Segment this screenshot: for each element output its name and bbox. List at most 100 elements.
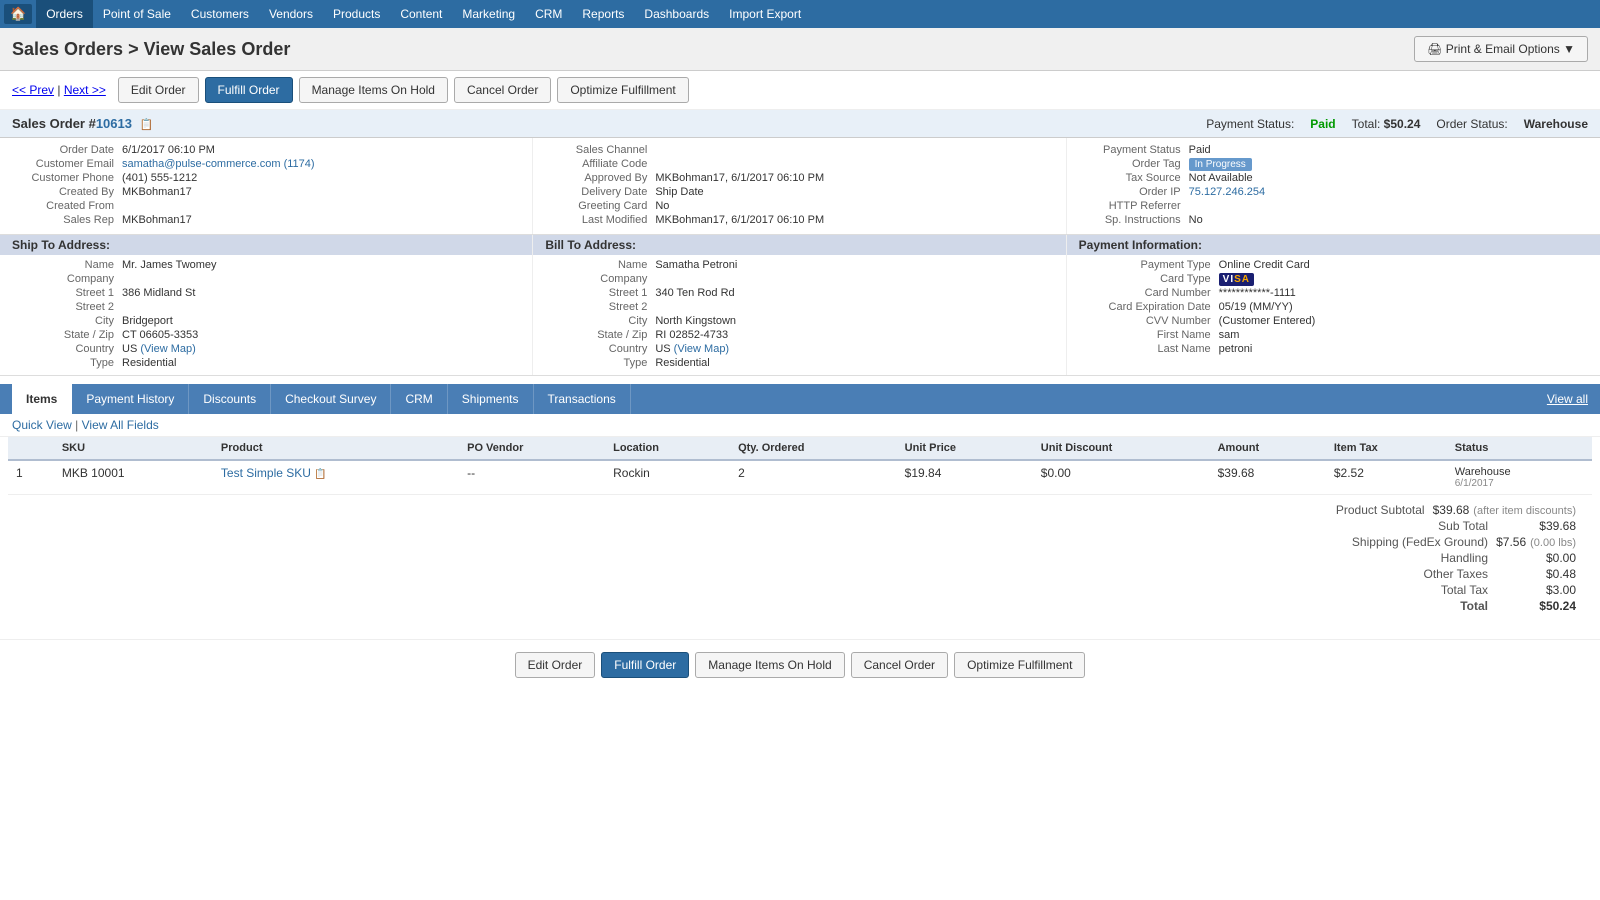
row-amount: $39.68 [1210,460,1326,495]
col-unit-discount: Unit Discount [1033,437,1210,460]
items-table-container: SKU Product PO Vendor Location Qty. Orde… [0,437,1600,495]
col-num [8,437,54,460]
other-taxes-row: Other Taxes $0.48 [1308,567,1576,581]
nav-content[interactable]: Content [390,0,452,28]
payment-info-header: Payment Information: [1067,235,1600,255]
optimize-fulfillment-button[interactable]: Optimize Fulfillment [557,77,688,103]
bottom-fulfill-order-button[interactable]: Fulfill Order [601,652,689,678]
product-link[interactable]: Test Simple SKU [221,466,311,480]
visa-logo: VISA [1219,273,1254,286]
customer-email-link[interactable]: samatha@pulse-commerce.com [122,158,281,170]
table-row: 1 MKB 10001 Test Simple SKU 📋 -- Rockin … [8,460,1592,495]
cancel-order-button[interactable]: Cancel Order [454,77,551,103]
handling-row: Handling $0.00 [1308,551,1576,565]
items-table: SKU Product PO Vendor Location Qty. Orde… [8,437,1592,495]
bill-to-header: Bill To Address: [533,235,1065,255]
table-header-row: SKU Product PO Vendor Location Qty. Orde… [8,437,1592,460]
tab-items[interactable]: Items [12,384,72,414]
order-number: Sales Order #10613 📋 [12,116,153,131]
order-details-section: Order Date6/1/2017 06:10 PM Customer Ema… [0,138,1600,235]
manage-items-on-hold-button[interactable]: Manage Items On Hold [299,77,448,103]
customer-email-count-link[interactable]: (1174) [284,158,315,170]
page-title: Sales Orders > View Sales Order [12,39,290,60]
order-header: Sales Order #10613 📋 Payment Status: Pai… [0,110,1600,138]
nav-products[interactable]: Products [323,0,390,28]
nav-point-of-sale[interactable]: Point of Sale [93,0,181,28]
action-buttons: Edit Order Fulfill Order Manage Items On… [118,77,689,103]
order-number-link[interactable]: 10613 [96,116,132,131]
fulfill-order-button[interactable]: Fulfill Order [205,77,293,103]
quick-view-bar: Quick View | View All Fields [0,414,1600,437]
col-product: Product [213,437,459,460]
print-email-button[interactable]: 🖨 Print & Email Options ▼ [1414,36,1588,62]
header-bar: Sales Orders > View Sales Order 🖨 Print … [0,28,1600,71]
ship-to-map-link[interactable]: (View Map) [140,343,195,355]
tab-transactions[interactable]: Transactions [534,384,631,414]
payment-info-section: Payment Information: Payment TypeOnline … [1067,235,1600,375]
bottom-edit-order-button[interactable]: Edit Order [515,652,596,678]
address-payment-section: Ship To Address: NameMr. James Twomey Co… [0,235,1600,376]
row-num: 1 [8,460,54,495]
nav-crm[interactable]: CRM [525,0,572,28]
next-link[interactable]: Next >> [64,83,106,97]
tab-shipments[interactable]: Shipments [448,384,534,414]
top-navigation: 🏠 Orders Point of Sale Customers Vendors… [0,0,1600,28]
row-qty: 2 [730,460,897,495]
row-po-vendor: -- [459,460,605,495]
nav-customers[interactable]: Customers [181,0,259,28]
tabs-row: Items Payment History Discounts Checkout… [0,384,1600,414]
subtotal-row: Sub Total $39.68 [1308,519,1576,533]
row-item-tax: $2.52 [1326,460,1447,495]
nav-orders[interactable]: Orders [36,0,93,28]
row-status: Warehouse 6/1/2017 [1447,460,1592,495]
row-location: Rockin [605,460,730,495]
ship-to-section: Ship To Address: NameMr. James Twomey Co… [0,235,533,375]
home-icon[interactable]: 🏠 [4,4,32,24]
breadcrumb-nav: << Prev | Next >> [12,83,106,97]
tab-discounts[interactable]: Discounts [189,384,271,414]
nav-import-export[interactable]: Import Export [719,0,811,28]
view-all-fields-link[interactable]: View All Fields [82,418,159,432]
edit-order-button[interactable]: Edit Order [118,77,199,103]
nav-vendors[interactable]: Vendors [259,0,323,28]
col-sku: SKU [54,437,213,460]
total-label: Total: $50.24 [1352,117,1421,131]
totals-section: Product Subtotal $39.68(after item disco… [0,495,1600,623]
col-item-tax: Item Tax [1326,437,1447,460]
order-info-right: Payment StatusPaid Order TagIn Progress … [1067,138,1600,234]
row-product: Test Simple SKU 📋 [213,460,459,495]
col-po-vendor: PO Vendor [459,437,605,460]
action-row: << Prev | Next >> Edit Order Fulfill Ord… [0,71,1600,110]
bill-to-map-link[interactable]: (View Map) [674,343,729,355]
col-location: Location [605,437,730,460]
bottom-action-row: Edit Order Fulfill Order Manage Items On… [0,639,1600,690]
payment-status-value: Paid [1310,117,1335,131]
ship-to-header: Ship To Address: [0,235,532,255]
tab-checkout-survey[interactable]: Checkout Survey [271,384,391,414]
nav-marketing[interactable]: Marketing [452,0,525,28]
tabs-list: Items Payment History Discounts Checkout… [12,384,631,414]
nav-dashboards[interactable]: Dashboards [634,0,719,28]
order-tag-badge: In Progress [1189,158,1252,171]
col-qty: Qty. Ordered [730,437,897,460]
shipping-row: Shipping (FedEx Ground) $7.56(0.00 lbs) [1308,535,1576,549]
tab-crm[interactable]: CRM [391,384,447,414]
bottom-manage-items-on-hold-button[interactable]: Manage Items On Hold [695,652,844,678]
nav-reports[interactable]: Reports [572,0,634,28]
prev-link[interactable]: << Prev [12,83,54,97]
order-status-label: Order Status: [1436,117,1507,131]
order-status-value: Warehouse [1524,117,1588,131]
row-sku: MKB 10001 [54,460,213,495]
bottom-optimize-fulfillment-button[interactable]: Optimize Fulfillment [954,652,1085,678]
total-row: Total $50.24 [1308,599,1576,613]
order-info-left: Order Date6/1/2017 06:10 PM Customer Ema… [0,138,533,234]
tab-payment-history[interactable]: Payment History [72,384,189,414]
quick-view-link[interactable]: Quick View [12,418,72,432]
payment-status-label: Payment Status: [1206,117,1294,131]
order-ip-link[interactable]: 75.127.246.254 [1189,186,1265,198]
total-tax-row: Total Tax $3.00 [1308,583,1576,597]
row-unit-price: $19.84 [897,460,1033,495]
bottom-cancel-order-button[interactable]: Cancel Order [851,652,948,678]
view-all-link[interactable]: View all [1547,392,1588,406]
col-status: Status [1447,437,1592,460]
